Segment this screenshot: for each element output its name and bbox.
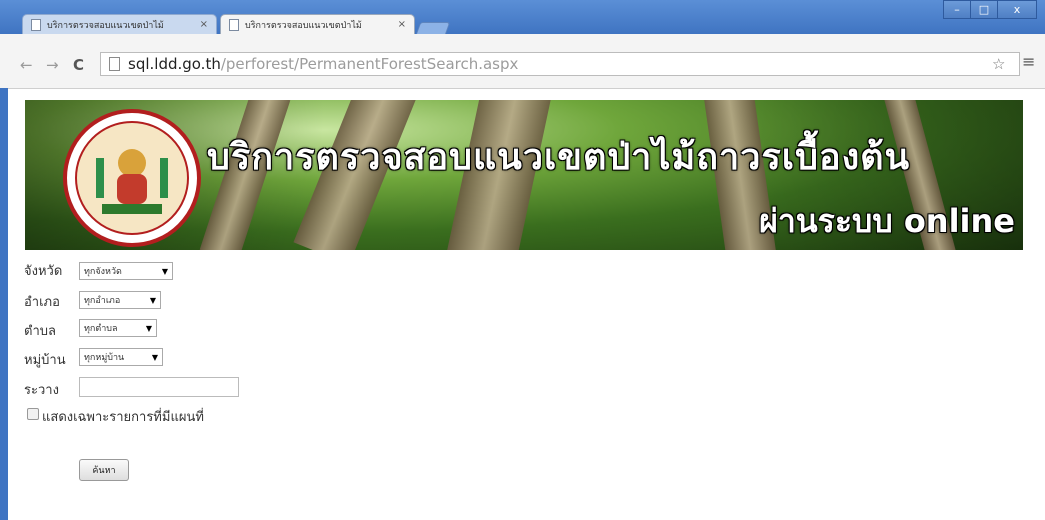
- map-only-label: แสดงเฉพาะรายการที่มีแผนที่: [42, 410, 204, 425]
- page-icon: [229, 18, 239, 31]
- close-window-button[interactable]: x: [997, 0, 1037, 19]
- back-arrow-icon[interactable]: ←: [20, 56, 33, 74]
- subdistrict-select[interactable]: ทุกตำบล ▼: [79, 319, 157, 337]
- maximize-button[interactable]: □: [970, 0, 998, 19]
- close-tab-icon[interactable]: ×: [398, 19, 406, 30]
- url-host: sql.ldd.go.th: [128, 55, 221, 73]
- dropdown-arrow-icon: ▼: [151, 352, 158, 362]
- close-tab-icon[interactable]: ×: [200, 19, 208, 30]
- browser-toolbar: ← → C sql.ldd.go.th/perforest/PermanentF…: [0, 34, 1045, 89]
- department-seal-logo: [63, 109, 201, 247]
- map-only-checkbox[interactable]: [27, 408, 39, 420]
- browser-tab-1[interactable]: บริการตรวจสอบแนวเขตป่าไม้ ×: [22, 14, 217, 34]
- dropdown-arrow-icon: ▼: [161, 266, 168, 276]
- village-select[interactable]: ทุกหมู่บ้าน ▼: [79, 348, 163, 366]
- district-select-value: ทุกอำเภอ: [84, 296, 121, 306]
- province-select-value: ทุกจังหวัด: [84, 267, 122, 277]
- banner-title: บริการตรวจสอบแนวเขตป่าไม้ถาวรเบื้องต้น: [207, 137, 911, 178]
- tab-title: บริการตรวจสอบแนวเขตป่าไม้: [47, 20, 164, 31]
- bookmark-star-icon[interactable]: ☆: [992, 55, 1005, 73]
- district-select[interactable]: ทุกอำเภอ ▼: [79, 291, 161, 309]
- district-label: อำเภอ: [24, 295, 60, 310]
- province-label: จังหวัด: [24, 264, 63, 279]
- village-label: หมู่บ้าน: [24, 353, 66, 368]
- search-button[interactable]: ค้นหา: [79, 459, 129, 481]
- utm-sheet-label: ระวาง: [24, 383, 59, 398]
- browser-tab-2[interactable]: บริการตรวจสอบแนวเขตป่าไม้ ×: [220, 14, 415, 34]
- subdistrict-label: ตำบล: [24, 324, 56, 339]
- subdistrict-select-value: ทุกตำบล: [84, 324, 118, 334]
- browser-title-bar: บริการตรวจสอบแนวเขตป่าไม้ × บริการตรวจสอ…: [0, 0, 1045, 35]
- page-icon: [109, 57, 120, 71]
- menu-icon[interactable]: ≡: [1022, 52, 1035, 71]
- banner-subtitle: ผ่านระบบ online: [759, 202, 1015, 240]
- dropdown-arrow-icon: ▼: [145, 323, 152, 333]
- forward-arrow-icon[interactable]: →: [46, 56, 59, 74]
- header-banner: บริการตรวจสอบแนวเขตป่าไม้ถาวรเบื้องต้น ผ…: [25, 100, 1023, 250]
- dropdown-arrow-icon: ▼: [149, 295, 156, 305]
- reload-icon[interactable]: C: [73, 56, 84, 74]
- minimize-button[interactable]: –: [943, 0, 971, 19]
- tab-title: บริการตรวจสอบแนวเขตป่าไม้: [245, 20, 362, 31]
- village-select-value: ทุกหมู่บ้าน: [84, 353, 125, 363]
- page-icon: [31, 18, 41, 31]
- address-bar[interactable]: sql.ldd.go.th/perforest/PermanentForestS…: [100, 52, 1020, 76]
- window-frame: [0, 88, 8, 520]
- province-select[interactable]: ทุกจังหวัด ▼: [79, 262, 173, 280]
- url-path: /perforest/PermanentForestSearch.aspx: [220, 55, 519, 73]
- utm-sheet-input[interactable]: [79, 377, 239, 397]
